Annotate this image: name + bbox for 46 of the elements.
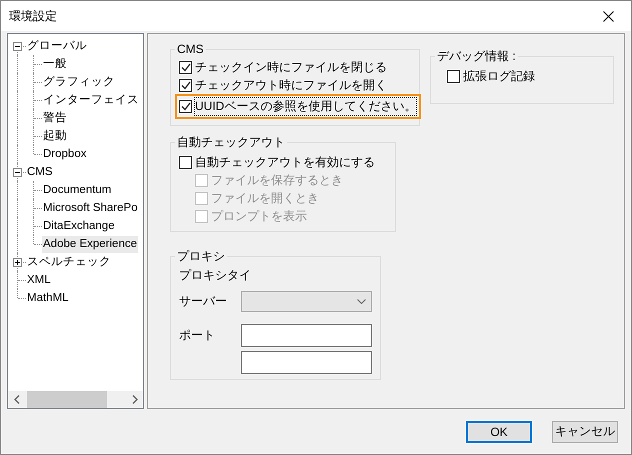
tree-item[interactable]: 警告	[42, 110, 68, 126]
checkbox[interactable]	[179, 100, 192, 113]
tree-item[interactable]: DitaExchange	[42, 218, 116, 234]
checkbox[interactable]	[179, 156, 192, 168]
close-icon[interactable]	[602, 10, 614, 22]
scroll-right-icon[interactable]	[132, 395, 138, 404]
tree-item[interactable]: 一般	[42, 56, 68, 72]
checkbox-label[interactable]: UUIDベースの参照を使用してください。	[195, 98, 416, 115]
group-title: プロキシ	[176, 248, 226, 265]
expand-icon[interactable]	[13, 258, 22, 267]
field-label: プロキシタイ	[179, 267, 251, 284]
tree-item[interactable]: Microsoft SharePo	[42, 200, 139, 216]
tree-item[interactable]: グラフィック	[42, 74, 116, 90]
checkbox[interactable]	[179, 60, 192, 74]
scroll-left-icon[interactable]	[14, 395, 20, 404]
tree-item[interactable]: Adobe Experience	[42, 236, 138, 252]
tree-item[interactable]: グローバル	[26, 38, 88, 54]
window-title: 環境設定	[9, 8, 57, 24]
input-field[interactable]	[241, 350, 372, 374]
tree-item[interactable]: CMS	[26, 164, 54, 180]
checkbox[interactable]	[447, 70, 460, 82]
tree-item[interactable]: Documentum	[42, 182, 112, 198]
tree-item[interactable]: MathML	[26, 290, 70, 306]
group-title: デバッグ情報 :	[436, 48, 517, 65]
tree-item[interactable]: XML	[26, 272, 52, 288]
group-title: CMS	[176, 42, 205, 56]
dialog-button[interactable]: キャンセル	[552, 420, 618, 442]
horizontal-scrollbar[interactable]	[8, 391, 143, 408]
checkbox-label[interactable]: チェックアウト時にファイルを開く	[195, 76, 387, 94]
tree-item[interactable]: 起動	[42, 128, 68, 144]
tree-item[interactable]: スペルチェック	[26, 254, 112, 270]
tree-item[interactable]: インターフェイス	[42, 92, 140, 108]
tree-item[interactable]: Dropbox	[42, 146, 88, 162]
port-field[interactable]	[241, 324, 372, 346]
collapse-icon[interactable]	[13, 168, 22, 177]
group-title: 自動チェックアウト	[176, 134, 286, 151]
chevron-down-icon	[357, 298, 366, 304]
scroll-thumb[interactable]	[27, 391, 107, 408]
field-label: ポート	[179, 328, 215, 342]
checkbox-label[interactable]: 自動チェックアウトを有効にする	[195, 154, 375, 170]
collapse-icon[interactable]	[13, 42, 22, 51]
field-label: サーバー	[179, 294, 227, 308]
dialog-button[interactable]: OK	[466, 420, 532, 442]
checkbox[interactable]	[179, 78, 192, 92]
checkbox-label[interactable]: 拡張ログ記録	[463, 68, 535, 84]
checkbox-label[interactable]: チェックイン時にファイルを閉じる	[195, 58, 387, 76]
